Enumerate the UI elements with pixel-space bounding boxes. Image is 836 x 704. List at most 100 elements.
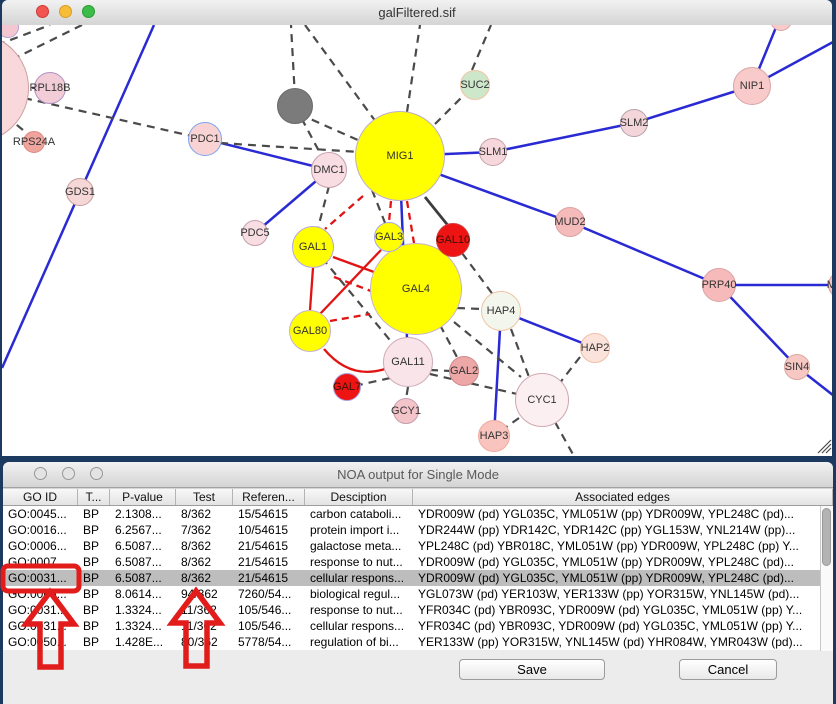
node-sin4[interactable]: SIN4: [784, 354, 810, 380]
node-hap4[interactable]: HAP4: [481, 291, 521, 331]
table-row[interactable]: GO:0045...BP2.1308...8/36215/54615carbon…: [3, 506, 820, 522]
cell-type: BP: [78, 554, 110, 570]
table-row[interactable]: GO:0031...BP1.3324...11/362105/546...cel…: [3, 618, 820, 634]
column-header-go_id[interactable]: GO ID: [3, 489, 78, 505]
close-button[interactable]: [34, 467, 47, 480]
node-gal1[interactable]: GAL1: [292, 226, 334, 268]
node-label: HAP3: [480, 430, 509, 442]
save-button[interactable]: Save: [459, 659, 605, 680]
node-gal7[interactable]: GAL7: [333, 373, 361, 401]
column-header-description[interactable]: Desciption: [305, 489, 413, 505]
cell-test: 7/362: [176, 522, 233, 538]
column-header-reference[interactable]: Referen...: [233, 489, 305, 505]
table-row[interactable]: GO:0050...BP1.428E...80/3625778/54...reg…: [3, 634, 820, 650]
cell-type: BP: [78, 570, 110, 586]
node-gal11[interactable]: GAL11: [383, 337, 433, 387]
table-row[interactable]: GO:0031...BP6.5087...8/36221/54615cellul…: [3, 570, 820, 586]
node-slm2[interactable]: SLM2: [620, 109, 648, 137]
node-dmc1[interactable]: DMC1: [311, 152, 347, 188]
node-label: GAL2: [450, 365, 478, 377]
cell-reference: 10/54615: [233, 522, 305, 538]
node-rpl18b[interactable]: RPL18B: [34, 72, 66, 104]
minimize-button[interactable]: [62, 467, 75, 480]
cell-type: BP: [78, 522, 110, 538]
zoom-button[interactable]: [90, 467, 103, 480]
node-mig1[interactable]: MIG1: [355, 111, 445, 201]
edge-blue: [2, 192, 80, 368]
cell-test: 8/362: [176, 538, 233, 554]
table-row[interactable]: GO:0065...BP8.0614...94/3627260/54...bio…: [3, 586, 820, 602]
network-canvas[interactable]: RPL18B RPS24A GDS1 PDC1 DMC1 MIG1 SUC2 SLM1 SLM2…: [2, 25, 832, 456]
table-row[interactable]: GO:0007...BP6.5087...8/36221/54615respon…: [3, 554, 820, 570]
node-cyc1[interactable]: CYC1: [515, 373, 569, 427]
cell-p_value: 1.428E...: [110, 634, 176, 650]
table-body: GO:0045...BP2.1308...8/36215/54615carbon…: [3, 506, 820, 650]
column-header-type[interactable]: T...: [78, 489, 110, 505]
node-suc2[interactable]: SUC2: [460, 70, 490, 100]
minimize-button[interactable]: [59, 5, 72, 18]
table-row[interactable]: GO:0016...BP6.2567...7/36210/54615protei…: [3, 522, 820, 538]
close-button[interactable]: [36, 5, 49, 18]
node-gcy1[interactable]: GCY1: [393, 398, 419, 424]
edge-dash: [440, 325, 458, 359]
node-gal3[interactable]: GAL3: [374, 222, 404, 252]
cell-go_id: GO:0031...: [3, 618, 78, 634]
cell-edges: YFR034C (pd) YBR093C, YDR009W (pd) YGL03…: [413, 618, 820, 634]
node-label: GAL4: [402, 283, 430, 295]
desktop: { "top_window": { "title": "galFiltered.…: [0, 0, 836, 704]
cell-reference: 5778/54...: [233, 634, 305, 650]
node-label: DMC1: [313, 164, 344, 176]
node-label: GAL80: [293, 325, 327, 337]
cell-edges: YGL073W (pd) YER103W, YER133W (pp) YOR31…: [413, 586, 820, 602]
node-pdc1[interactable]: PDC1: [188, 122, 222, 156]
node-prp40[interactable]: PRP40: [702, 268, 736, 302]
edge-red: [324, 349, 385, 372]
cell-p_value: 1.3324...: [110, 618, 176, 634]
node-label: PRP40: [702, 279, 737, 291]
cell-edges: YDR009W (pd) YGL035C, YML051W (pp) YDR00…: [413, 554, 820, 570]
node-slm1[interactable]: SLM1: [479, 138, 507, 166]
cell-go_id: GO:0006...: [3, 538, 78, 554]
node-unlabeled[interactable]: [277, 88, 313, 124]
edge-dash: [555, 422, 575, 456]
column-header-p_value[interactable]: P-value: [110, 489, 176, 505]
column-header-test[interactable]: Test: [176, 489, 233, 505]
cell-go_id: GO:0065...: [3, 586, 78, 602]
node-label: GAL3: [375, 231, 403, 243]
cancel-button[interactable]: Cancel: [679, 659, 777, 680]
edge-red: [310, 268, 313, 310]
zoom-button[interactable]: [82, 5, 95, 18]
node-mud2[interactable]: MUD2: [555, 207, 585, 237]
cell-reference: 15/54615: [233, 506, 305, 522]
node-hap3[interactable]: HAP3: [478, 420, 510, 452]
node-gal2[interactable]: GAL2: [449, 356, 479, 386]
table-row[interactable]: GO:0006...BP6.5087...8/36221/54615galact…: [3, 538, 820, 554]
node-gds1[interactable]: GDS1: [66, 178, 94, 206]
cell-type: BP: [78, 634, 110, 650]
vertical-scrollbar[interactable]: [820, 506, 833, 651]
node-nip1[interactable]: NIP1: [733, 67, 771, 105]
network-window-titlebar[interactable]: galFiltered.sif: [2, 0, 832, 26]
column-header-edges[interactable]: Associated edges: [413, 489, 833, 505]
cell-edges: YDR244W (pp) YDR142C, YDR142C (pp) YGL15…: [413, 522, 820, 538]
node-label: NIP1: [740, 80, 764, 92]
node-pdc5[interactable]: PDC5: [242, 220, 268, 246]
table-row[interactable]: GO:0031...BP1.3324...11/362105/546...res…: [3, 602, 820, 618]
node-gal4[interactable]: GAL4: [370, 243, 462, 335]
node-gal10[interactable]: GAL10: [436, 223, 470, 257]
cell-description: response to nut...: [305, 554, 413, 570]
node-hap2[interactable]: HAP2: [580, 333, 610, 363]
node-label: RPL18B: [30, 82, 71, 94]
cell-type: BP: [78, 586, 110, 602]
cell-go_id: GO:0050...: [3, 634, 78, 650]
node-gal80[interactable]: GAL80: [289, 310, 331, 352]
scrollbar-thumb[interactable]: [822, 508, 831, 566]
cell-edges: YER133W (pp) YOR315W, YNL145W (pd) YHR08…: [413, 634, 820, 650]
node-label: SLM2: [620, 117, 649, 129]
cell-test: 11/362: [176, 618, 233, 634]
cell-p_value: 6.2567...: [110, 522, 176, 538]
edge-dash: [359, 378, 390, 385]
node-rps24a[interactable]: RPS24A: [23, 131, 45, 153]
cell-p_value: 2.1308...: [110, 506, 176, 522]
noa-window-titlebar[interactable]: NOA output for Single Mode: [3, 462, 833, 488]
